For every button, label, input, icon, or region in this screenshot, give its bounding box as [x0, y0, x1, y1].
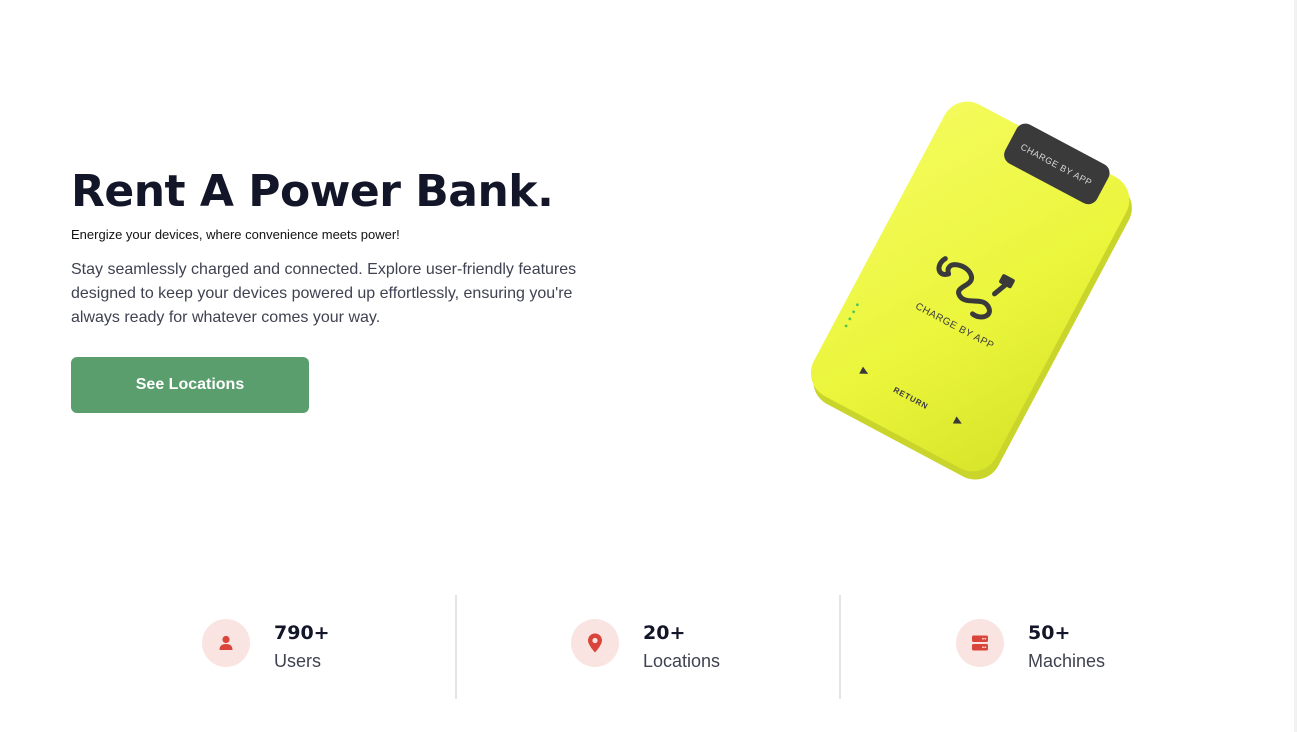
power-bank-image: CHARGE BY APP CHARGE BY APP RETURN	[760, 100, 1140, 490]
user-icon	[202, 619, 250, 667]
stat-label: Users	[274, 651, 322, 671]
hero-section: Rent A Power Bank. Energize your devices…	[71, 164, 631, 330]
hero-description: Stay seamlessly charged and connected. E…	[71, 261, 577, 326]
stat-label: Machines	[1028, 651, 1106, 671]
stats-section: 790+ Users 20+ Locations 50+ Machines	[0, 595, 1294, 699]
stat-users: 790+ Users	[202, 595, 402, 699]
server-icon	[956, 619, 1004, 667]
stat-value: 20+	[643, 622, 686, 644]
hero-subtitle: Energize your devices, where convenience…	[71, 227, 400, 242]
power-bank-illustration: CHARGE BY APP CHARGE BY APP RETURN	[810, 101, 1132, 480]
stats-divider	[455, 595, 457, 699]
see-locations-button[interactable]: See Locations	[71, 357, 309, 413]
hero-title: Rent A Power Bank.	[71, 166, 554, 217]
location-pin-icon	[571, 619, 619, 667]
page: Rent A Power Bank. Energize your devices…	[0, 0, 1297, 732]
stat-value: 790+	[274, 622, 330, 644]
stat-value: 50+	[1028, 622, 1071, 644]
stats-divider	[839, 595, 841, 699]
stat-label: Locations	[643, 651, 721, 671]
stat-machines: 50+ Machines	[956, 595, 1176, 699]
stat-locations: 20+ Locations	[571, 595, 771, 699]
